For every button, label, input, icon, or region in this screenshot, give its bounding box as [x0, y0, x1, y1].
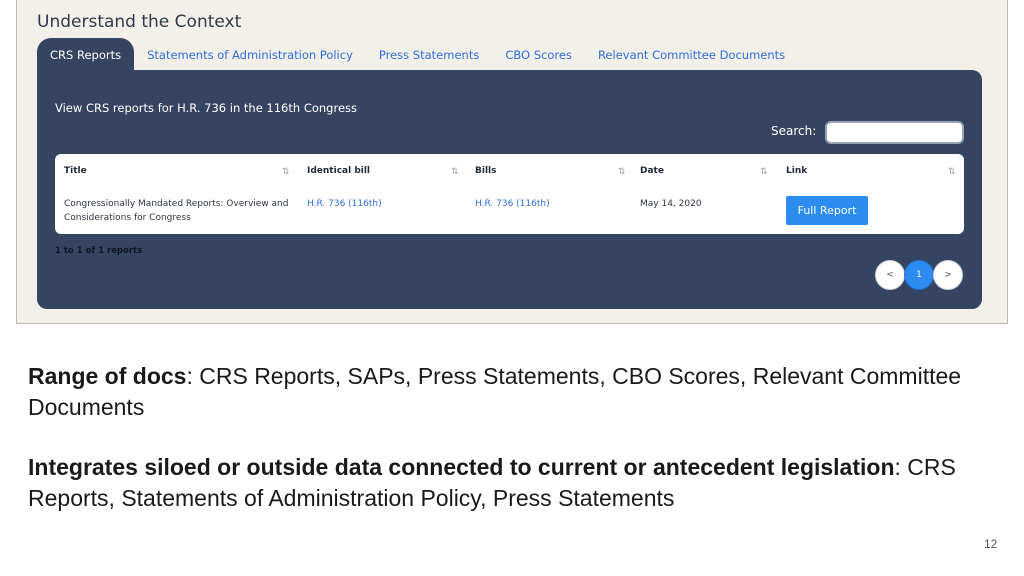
sort-icon[interactable]: ⇅	[282, 166, 290, 177]
row-title-line-1: Congressionally Mandated Reports: Overvi…	[64, 199, 289, 209]
tab-bar: CRS Reports Statements of Administration…	[37, 38, 798, 72]
row-title-line-2: Considerations for Congress	[64, 213, 191, 223]
pagination-page-1-button[interactable]: 1	[904, 260, 934, 290]
column-header-title[interactable]: Title	[64, 166, 87, 176]
section-title: Understand the Context	[37, 12, 242, 32]
integrates-label: Integrates siloed or outside data connec…	[28, 454, 895, 480]
tab-relevant-committee-documents[interactable]: Relevant Committee Documents	[585, 38, 798, 72]
range-of-docs-label: Range of docs	[28, 363, 187, 389]
tab-cbo-scores[interactable]: CBO Scores	[492, 38, 585, 72]
column-header-bills[interactable]: Bills	[475, 166, 496, 176]
search-input[interactable]	[825, 121, 964, 144]
sort-icon[interactable]: ⇅	[451, 166, 459, 177]
embedded-screenshot: Understand the Context CRS Reports State…	[16, 0, 1008, 324]
tab-statements-of-administration-policy[interactable]: Statements of Administration Policy	[134, 38, 366, 72]
range-of-docs-paragraph: Range of docs: CRS Reports, SAPs, Press …	[28, 361, 988, 423]
reports-panel: View CRS reports for H.R. 736 in the 116…	[37, 70, 982, 309]
slide-page-number: 12	[984, 537, 998, 551]
sort-icon[interactable]: ⇅	[760, 166, 768, 177]
identical-bill-link[interactable]: H.R. 736 (116th)	[307, 197, 382, 211]
reports-table: Title ⇅ Identical bill ⇅ Bills ⇅ Date ⇅ …	[55, 154, 964, 234]
column-header-date[interactable]: Date	[640, 166, 664, 176]
row-date: May 14, 2020	[640, 199, 702, 209]
column-header-identical-bill[interactable]: Identical bill	[307, 166, 370, 176]
full-report-button[interactable]: Full Report	[786, 196, 868, 225]
pagination-next-button[interactable]: >	[933, 260, 963, 290]
search-label: Search:	[771, 124, 817, 138]
results-count: 1 to 1 of 1 reports	[55, 246, 143, 256]
pagination-prev-button[interactable]: <	[875, 260, 905, 290]
integrates-paragraph: Integrates siloed or outside data connec…	[28, 452, 988, 514]
panel-heading: View CRS reports for H.R. 736 in the 116…	[55, 101, 358, 115]
tab-press-statements[interactable]: Press Statements	[366, 38, 492, 72]
sort-icon[interactable]: ⇅	[948, 166, 956, 177]
sort-icon[interactable]: ⇅	[618, 166, 626, 177]
tab-crs-reports[interactable]: CRS Reports	[37, 38, 135, 72]
column-header-link[interactable]: Link	[786, 166, 807, 176]
bills-link[interactable]: H.R. 736 (116th)	[475, 197, 550, 211]
